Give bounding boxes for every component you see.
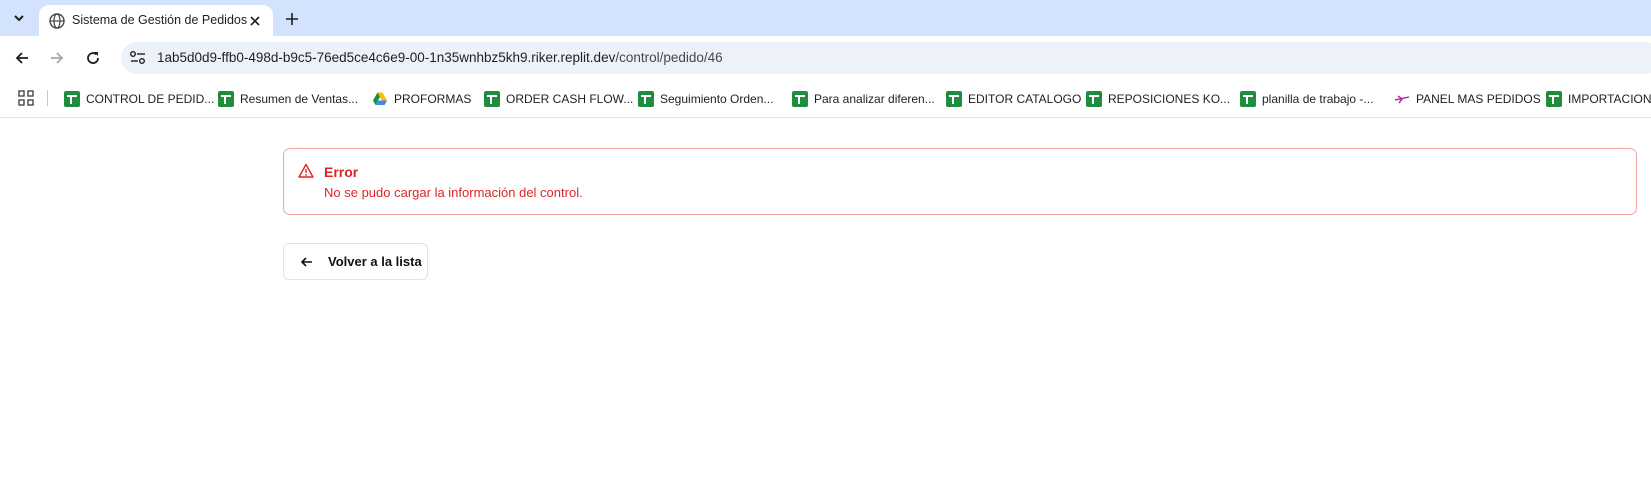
drive-icon [373, 92, 387, 105]
sheets-icon [946, 91, 962, 107]
sheets-icon [1086, 91, 1102, 107]
sheets-icon [1240, 91, 1256, 107]
bookmark-label: CONTROL DE PEDID... [86, 92, 215, 106]
bookmark-label: Resumen de Ventas... [240, 92, 359, 106]
bookmark-label: EDITOR CATALOGO [968, 92, 1082, 106]
bookmark-item[interactable]: IMPORTACIONES [1546, 88, 1651, 110]
tab-strip: Sistema de Gestión de Pedidos [0, 0, 1651, 36]
bookmark-item[interactable]: ORDER CASH FLOW... [484, 88, 633, 110]
sheets-icon [64, 91, 80, 107]
close-icon [250, 16, 260, 26]
apps-grid-icon[interactable] [18, 90, 34, 106]
bookmark-label: PROFORMAS [394, 92, 472, 106]
bookmarks-separator [47, 90, 48, 106]
tab-title: Sistema de Gestión de Pedidos [72, 13, 248, 27]
bookmark-item[interactable]: Seguimiento Orden... [638, 88, 773, 110]
bookmark-item[interactable]: EDITOR CATALOGO [946, 88, 1081, 110]
sheets-icon [792, 91, 808, 107]
back-to-list-button[interactable]: Volver a la lista [283, 243, 428, 280]
address-bar[interactable]: 1ab5d0d9-ffb0-498d-b9c5-76ed5ce4c6e9-00-… [121, 42, 1651, 74]
url-host: 1ab5d0d9-ffb0-498d-b9c5-76ed5ce4c6e9-00-… [157, 50, 616, 65]
plane-icon [1394, 95, 1410, 104]
bookmark-item[interactable]: CONTROL DE PEDID... [64, 88, 214, 110]
reload-button[interactable] [81, 46, 105, 70]
bookmark-item[interactable]: PANEL MAS PEDIDOS [1394, 88, 1541, 110]
warning-triangle-icon [298, 163, 314, 178]
sheets-icon [638, 91, 654, 107]
back-to-list-label: Volver a la lista [328, 254, 422, 269]
alert-message: No se pudo cargar la información del con… [324, 185, 583, 200]
url-path: /control/pedido/46 [615, 50, 723, 65]
bookmark-item[interactable]: REPOSICIONES KO... [1086, 88, 1230, 110]
sheets-icon [484, 91, 500, 107]
bookmark-item[interactable]: Para analizar diferen... [792, 88, 935, 110]
bookmark-label: Seguimiento Orden... [660, 92, 774, 106]
bookmark-label: REPOSICIONES KO... [1108, 92, 1231, 106]
arrow-left-icon [300, 257, 312, 267]
url-text: 1ab5d0d9-ffb0-498d-b9c5-76ed5ce4c6e9-00-… [157, 50, 723, 65]
site-settings-icon [130, 51, 145, 64]
sheets-icon [218, 91, 234, 107]
arrow-right-icon [51, 52, 64, 64]
active-tab[interactable]: Sistema de Gestión de Pedidos [39, 5, 273, 36]
browser-toolbar: 1ab5d0d9-ffb0-498d-b9c5-76ed5ce4c6e9-00-… [0, 36, 1651, 80]
arrow-left-icon [15, 52, 28, 64]
chevron-down-icon [14, 15, 24, 22]
forward-nav-button[interactable] [45, 46, 69, 70]
bookmark-item[interactable]: Resumen de Ventas... [218, 88, 358, 110]
bookmark-label: planilla de trabajo -... [1262, 92, 1374, 106]
tab-search-button[interactable] [6, 6, 32, 30]
alert-title: Error [324, 164, 359, 180]
plus-icon [286, 13, 298, 25]
reload-icon [87, 52, 99, 64]
bookmark-item[interactable]: planilla de trabajo -... [1240, 88, 1373, 110]
bookmark-label: Para analizar diferen... [814, 92, 935, 106]
bookmarks-bar: CONTROL DE PEDID... Resumen de Ventas...… [0, 80, 1651, 118]
error-alert: Error No se pudo cargar la información d… [283, 148, 1637, 215]
tab-close-button[interactable] [245, 11, 265, 31]
bookmark-label: ORDER CASH FLOW... [506, 92, 634, 106]
bookmark-label: PANEL MAS PEDIDOS [1416, 92, 1541, 106]
new-tab-button[interactable] [281, 8, 303, 30]
bookmark-item[interactable]: PROFORMAS [372, 88, 471, 110]
sheets-icon [1546, 91, 1562, 107]
back-nav-button[interactable] [10, 46, 34, 70]
globe-icon [49, 13, 65, 29]
bookmark-label: IMPORTACIONES [1568, 92, 1651, 106]
